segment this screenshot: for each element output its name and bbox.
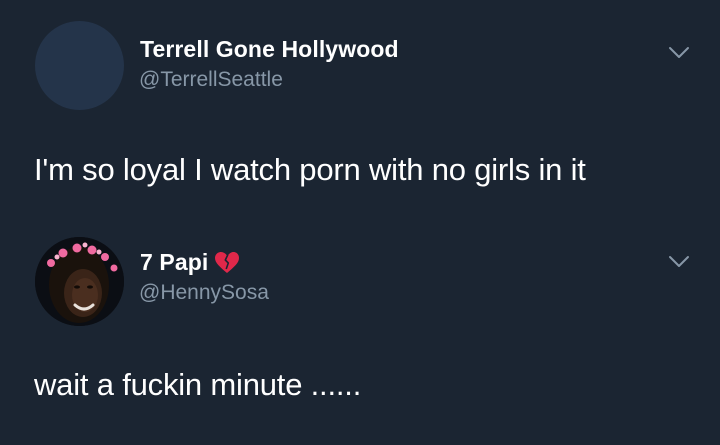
username-handle[interactable]: @HennySosa [139, 281, 269, 305]
chevron-down-icon[interactable] [668, 255, 690, 269]
tweet-text: I'm so loyal I watch porn with no girls … [34, 152, 586, 187]
tweet[interactable]: 7 Papi @HennySosa wait a fuckin minute .… [0, 222, 720, 445]
avatar[interactable] [35, 237, 124, 326]
broken-heart-icon [215, 251, 240, 273]
chevron-down-icon[interactable] [668, 46, 690, 60]
name-row: 7 Papi [140, 249, 240, 277]
tweet-text: wait a fuckin minute ...... [34, 367, 362, 402]
display-name[interactable]: Terrell Gone Hollywood [140, 36, 399, 63]
tweet[interactable]: Terrell Gone Hollywood @TerrellSeattle I… [0, 0, 720, 222]
display-name[interactable]: 7 Papi [140, 249, 208, 276]
username-handle[interactable]: @TerrellSeattle [139, 68, 283, 92]
avatar[interactable] [35, 21, 124, 110]
